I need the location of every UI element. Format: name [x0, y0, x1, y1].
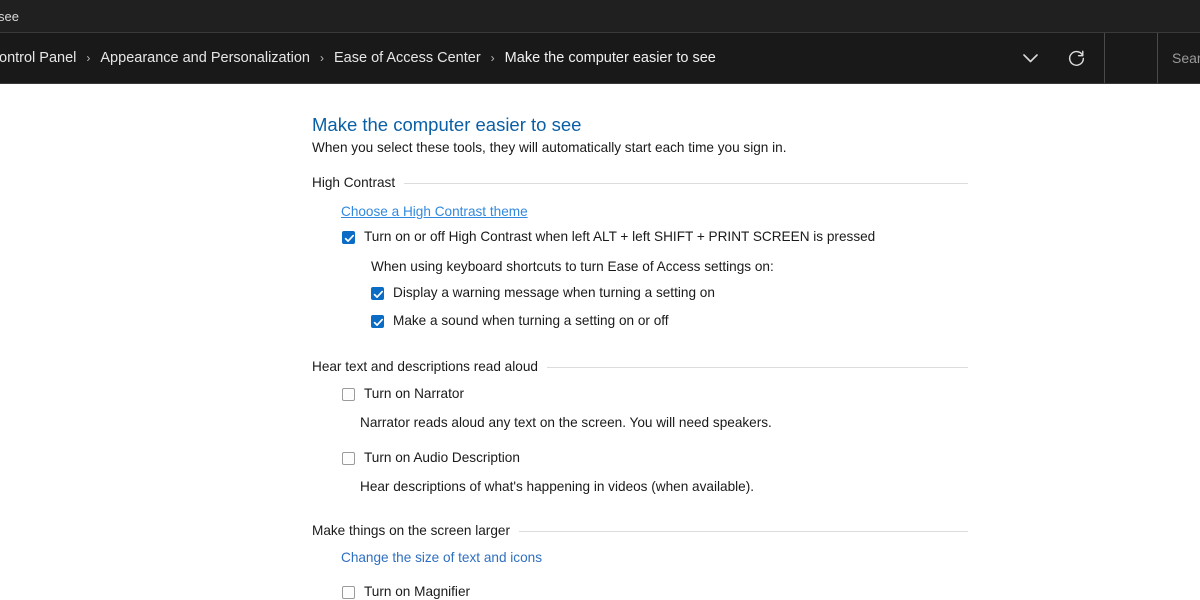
section-hear-text: Hear text and descriptions read aloud: [312, 359, 968, 375]
checkbox-display-warning-message[interactable]: [371, 287, 384, 300]
checkbox-turn-on-audio-description[interactable]: [342, 452, 355, 465]
checkbox-label: Turn on Narrator: [355, 387, 464, 400]
refresh-icon[interactable]: [1054, 33, 1098, 83]
search-box[interactable]: Searc: [1157, 33, 1200, 83]
breadcrumb-separator-icon: ›: [78, 52, 98, 64]
breadcrumb-item-control-panel[interactable]: ontrol Panel: [0, 51, 78, 66]
section-title: Hear text and descriptions read aloud: [312, 360, 547, 374]
section-divider: [519, 531, 968, 532]
checkbox-toggle-high-contrast-shortcut[interactable]: [342, 231, 355, 244]
audio-description-description: Hear descriptions of what's happening in…: [360, 480, 754, 494]
change-size-of-text-and-icons-link[interactable]: Change the size of text and icons: [341, 551, 542, 565]
section-high-contrast: High Contrast: [312, 175, 968, 191]
breadcrumb-separator-icon: ›: [312, 52, 332, 64]
title-bar: see: [0, 0, 1200, 32]
breadcrumb-item-make-the-computer-easier-to-see[interactable]: Make the computer easier to see: [503, 51, 718, 66]
checkbox-row-toggle-high-contrast-shortcut[interactable]: Turn on or off High Contrast when left A…: [342, 230, 875, 244]
breadcrumb-item-ease-of-access-center[interactable]: Ease of Access Center: [332, 51, 483, 66]
checkbox-label: Make a sound when turning a setting on o…: [384, 314, 669, 327]
window-title: see: [0, 10, 19, 23]
section-header: Hear text and descriptions read aloud: [312, 359, 968, 375]
checkbox-make-a-sound[interactable]: [371, 315, 384, 328]
breadcrumb: ontrol Panel › Appearance and Personaliz…: [0, 51, 1104, 66]
checkbox-row-turn-on-narrator[interactable]: Turn on Narrator: [342, 387, 464, 401]
search-input[interactable]: Searc: [1172, 50, 1200, 66]
narrator-description: Narrator reads aloud any text on the scr…: [360, 416, 772, 430]
choose-high-contrast-theme-link[interactable]: Choose a High Contrast theme: [341, 205, 528, 219]
section-title: Make things on the screen larger: [312, 524, 519, 538]
checkbox-turn-on-narrator[interactable]: [342, 388, 355, 401]
checkbox-label: Turn on Audio Description: [355, 451, 520, 464]
section-header: High Contrast: [312, 175, 968, 191]
checkbox-label: Turn on or off High Contrast when left A…: [355, 230, 875, 243]
section-title: High Contrast: [312, 176, 404, 190]
checkbox-turn-on-magnifier[interactable]: [342, 586, 355, 599]
address-bar: ontrol Panel › Appearance and Personaliz…: [0, 32, 1200, 84]
checkbox-row-turn-on-audio-description[interactable]: Turn on Audio Description: [342, 451, 520, 465]
breadcrumb-separator-icon: ›: [483, 52, 503, 64]
checkbox-row-display-warning-message[interactable]: Display a warning message when turning a…: [371, 286, 715, 300]
section-make-things-larger: Make things on the screen larger: [312, 523, 968, 539]
section-divider: [404, 183, 968, 184]
section-header: Make things on the screen larger: [312, 523, 968, 539]
chevron-down-icon[interactable]: [1010, 33, 1050, 83]
content-area: Make the computer easier to see When you…: [0, 90, 1200, 600]
section-divider: [547, 367, 968, 368]
page-title: Make the computer easier to see: [312, 116, 581, 135]
keyboard-shortcuts-note: When using keyboard shortcuts to turn Ea…: [371, 260, 774, 274]
checkbox-row-make-a-sound[interactable]: Make a sound when turning a setting on o…: [371, 314, 669, 328]
checkbox-row-turn-on-magnifier[interactable]: Turn on Magnifier: [342, 585, 470, 599]
control-panel-window: see ontrol Panel › Appearance and Person…: [0, 0, 1200, 600]
breadcrumb-container[interactable]: ontrol Panel › Appearance and Personaliz…: [0, 33, 1105, 83]
breadcrumb-item-appearance-and-personalization[interactable]: Appearance and Personalization: [98, 51, 312, 66]
page-subtitle: When you select these tools, they will a…: [312, 140, 787, 156]
checkbox-label: Display a warning message when turning a…: [384, 286, 715, 299]
checkbox-label: Turn on Magnifier: [355, 585, 470, 598]
